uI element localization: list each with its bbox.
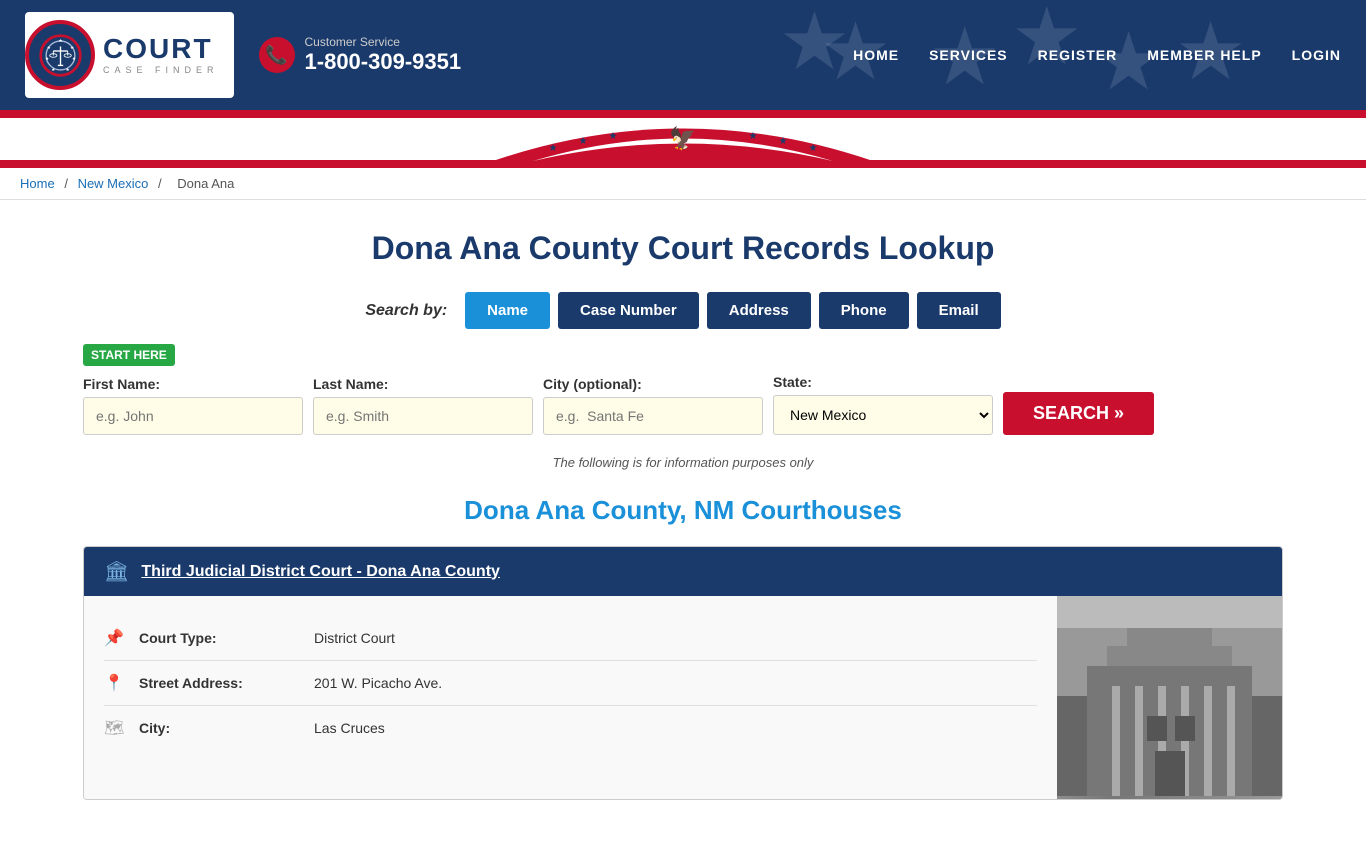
svg-text:★: ★ — [749, 131, 758, 142]
main-nav: HOME SERVICES REGISTER MEMBER HELP LOGIN — [853, 47, 1341, 63]
search-form: First Name: Last Name: City (optional): … — [83, 374, 1283, 435]
courthouse-body: 📌 Court Type: District Court 📍 Street Ad… — [84, 596, 1282, 799]
search-by-row: Search by: Name Case Number Address Phon… — [83, 292, 1283, 329]
info-note: The following is for information purpose… — [83, 455, 1283, 470]
page-title: Dona Ana County Court Records Lookup — [83, 230, 1283, 267]
svg-text:★: ★ — [809, 143, 818, 154]
street-address-value: 201 W. Picacho Ave. — [314, 675, 442, 691]
city-input[interactable] — [543, 397, 763, 435]
first-name-label: First Name: — [83, 376, 303, 392]
logo-text: COURT CASE FINDER — [103, 35, 219, 75]
street-address-label: Street Address: — [139, 675, 299, 691]
courthouse-card: 🏛 Third Judicial District Court - Dona A… — [83, 546, 1283, 800]
breadcrumb-home[interactable]: Home — [20, 176, 55, 191]
courthouse-header: 🏛 Third Judicial District Court - Dona A… — [84, 547, 1282, 596]
tab-email[interactable]: Email — [917, 292, 1001, 329]
nav-member-help[interactable]: MEMBER HELP — [1147, 47, 1261, 63]
state-label: State: — [773, 374, 993, 390]
courthouse-icon: 🏛 — [104, 559, 129, 584]
city-group: City (optional): — [543, 376, 763, 435]
courthouses-title: Dona Ana County, NM Courthouses — [83, 495, 1283, 526]
first-name-input[interactable] — [83, 397, 303, 435]
header-left: ★ ★ ★ ★ ★ ★ ★ — [25, 12, 461, 98]
phone-area: 📞 Customer Service 1-800-309-9351 — [259, 35, 462, 75]
city-value: Las Cruces — [314, 720, 385, 736]
logo-court-word: COURT — [103, 35, 219, 63]
street-address-row: 📍 Street Address: 201 W. Picacho Ave. — [104, 661, 1037, 706]
phone-number: 1-800-309-9351 — [305, 49, 462, 75]
city-row: 🗺 City: Las Cruces — [104, 706, 1037, 750]
phone-label: Customer Service — [305, 35, 462, 49]
court-type-row: 📌 Court Type: District Court — [104, 616, 1037, 661]
breadcrumb-county: Dona Ana — [177, 176, 234, 191]
courthouse-details: 📌 Court Type: District Court 📍 Street Ad… — [84, 596, 1057, 799]
breadcrumb-state[interactable]: New Mexico — [78, 176, 149, 191]
tab-case-number[interactable]: Case Number — [558, 292, 699, 329]
city-icon: 🗺 — [104, 718, 124, 738]
svg-text:★: ★ — [579, 136, 588, 147]
last-name-input[interactable] — [313, 397, 533, 435]
nav-register[interactable]: REGISTER — [1038, 47, 1118, 63]
nav-login[interactable]: LOGIN — [1292, 47, 1341, 63]
search-button[interactable]: SEARCH » — [1003, 392, 1154, 435]
court-type-value: District Court — [314, 630, 395, 646]
tab-name[interactable]: Name — [465, 292, 550, 329]
tab-phone[interactable]: Phone — [819, 292, 909, 329]
state-select[interactable]: New Mexico Alabama Alaska Arizona — [773, 395, 993, 435]
city-label-detail: City: — [139, 720, 299, 736]
tab-address[interactable]: Address — [707, 292, 811, 329]
last-name-label: Last Name: — [313, 376, 533, 392]
start-here-badge: START HERE — [83, 344, 175, 366]
svg-text:🦅: 🦅 — [669, 125, 696, 151]
last-name-group: Last Name: — [313, 376, 533, 435]
state-group: State: New Mexico Alabama Alaska Arizona — [773, 374, 993, 435]
nav-services[interactable]: SERVICES — [929, 47, 1008, 63]
city-label: City (optional): — [543, 376, 763, 392]
courthouse-image — [1057, 596, 1282, 799]
logo-case-finder: CASE FINDER — [103, 65, 219, 75]
court-type-icon: 📌 — [104, 628, 124, 648]
svg-text:★: ★ — [779, 136, 788, 147]
court-type-label: Court Type: — [139, 630, 299, 646]
courthouse-name-link[interactable]: Third Judicial District Court - Dona Ana… — [141, 563, 500, 581]
svg-text:★: ★ — [609, 131, 618, 142]
logo-icon: ★ ★ ★ ★ ★ ★ ★ — [25, 20, 95, 90]
nav-home[interactable]: HOME — [853, 47, 899, 63]
svg-text:★: ★ — [549, 143, 558, 154]
courthouse-photo — [1057, 596, 1282, 799]
search-by-label: Search by: — [365, 302, 447, 320]
phone-icon: 📞 — [259, 37, 295, 73]
logo[interactable]: ★ ★ ★ ★ ★ ★ ★ — [25, 12, 234, 98]
first-name-group: First Name: — [83, 376, 303, 435]
address-icon: 📍 — [104, 673, 124, 693]
breadcrumb: Home / New Mexico / Dona Ana — [0, 168, 1366, 200]
